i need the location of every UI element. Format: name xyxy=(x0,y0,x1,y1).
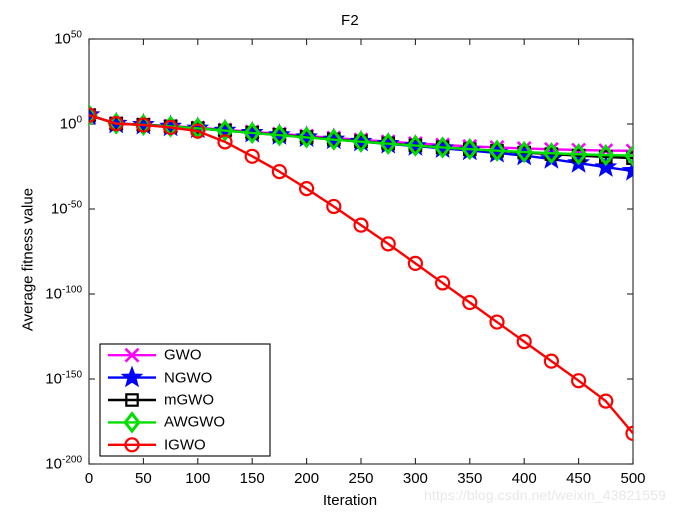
watermark-text: https://blog.csdn.net/weixin_43821559 xyxy=(424,487,666,503)
x-tick-label: 450 xyxy=(566,470,592,487)
y-axis-label: Average fitness value xyxy=(19,187,37,332)
x-tick-label: 200 xyxy=(294,470,320,487)
y-tick-label: 10-200 xyxy=(45,454,82,473)
x-tick-label: 350 xyxy=(457,470,483,487)
x-tick-label: 100 xyxy=(185,470,211,487)
x-tick-label: 250 xyxy=(348,470,374,487)
legend-item-awgwo: AWGWO xyxy=(164,413,226,431)
x-tick-label: 50 xyxy=(135,470,152,487)
y-tick-label: 10-150 xyxy=(45,369,82,388)
legend-item-ngwo: NGWO xyxy=(164,369,213,387)
y-tick-label: 10-50 xyxy=(50,199,82,218)
y-tick-label: 10-100 xyxy=(45,284,82,303)
chart-title: F2 xyxy=(341,12,359,29)
x-tick-label: 300 xyxy=(402,470,428,487)
y-tick-label: 100 xyxy=(59,114,82,133)
legend-item-igwo: IGWO xyxy=(164,436,206,454)
chart-canvas xyxy=(88,38,634,465)
x-tick-label: 0 xyxy=(84,470,94,487)
legend-item-gwo: GWO xyxy=(164,346,202,364)
x-tick-label: 400 xyxy=(511,470,537,487)
figure-container: F2 Iteration Average fitness value https… xyxy=(0,0,700,525)
legend-item-mgwo: mGWO xyxy=(164,391,214,409)
x-tick-label: 150 xyxy=(239,470,265,487)
y-tick-label: 1050 xyxy=(54,29,82,48)
x-tick-label: 500 xyxy=(620,470,646,487)
